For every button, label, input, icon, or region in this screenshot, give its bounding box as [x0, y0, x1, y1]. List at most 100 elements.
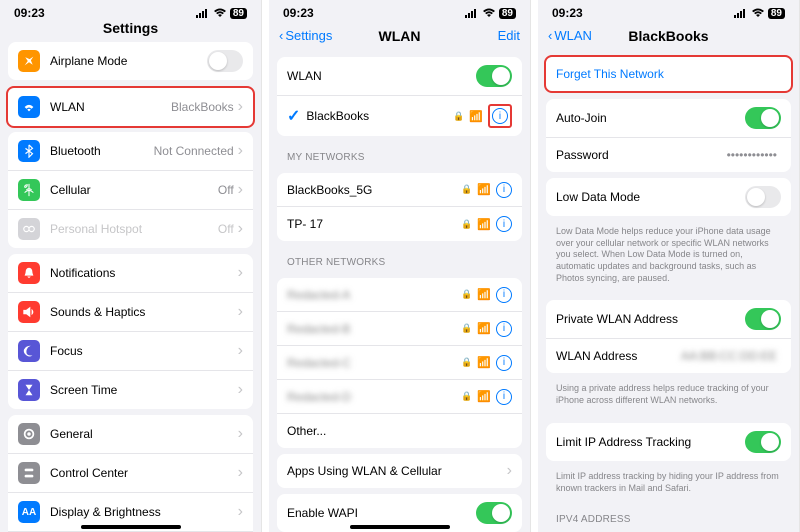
wifi-signal-icon: 📶: [469, 110, 483, 123]
info-icon[interactable]: i: [496, 321, 512, 337]
lowdata-help: Low Data Mode helps reduce your iPhone d…: [538, 222, 799, 294]
lowdata-row[interactable]: Low Data Mode: [546, 178, 791, 216]
screentime-row[interactable]: Screen Time ›: [8, 371, 253, 409]
sounds-label: Sounds & Haptics: [50, 305, 238, 319]
wifi-status-icon: [482, 8, 496, 18]
notifications-row[interactable]: Notifications ›: [8, 254, 253, 293]
wlan-value: BlackBooks: [171, 100, 234, 114]
forget-network-row[interactable]: Forget This Network: [546, 57, 791, 91]
focus-label: Focus: [50, 344, 238, 358]
edit-button[interactable]: Edit: [498, 28, 520, 43]
airplane-toggle[interactable]: [207, 50, 243, 72]
moon-icon: [18, 340, 40, 362]
control-label: Control Center: [50, 466, 238, 480]
sliders-icon: [18, 462, 40, 484]
status-time: 09:23: [552, 6, 583, 20]
chevron-left-icon: ‹: [279, 28, 283, 43]
signal-icon: [734, 8, 748, 18]
home-indicator[interactable]: [81, 525, 181, 529]
focus-row[interactable]: Focus ›: [8, 332, 253, 371]
info-icon[interactable]: i: [496, 287, 512, 303]
network-label: Redacted-D: [287, 390, 461, 404]
info-icon[interactable]: i: [496, 355, 512, 371]
wlan-toggle-row[interactable]: WLAN: [277, 57, 522, 96]
private-addr-row[interactable]: Private WLAN Address: [546, 300, 791, 339]
lowdata-toggle[interactable]: [745, 186, 781, 208]
lock-icon: 🔒: [461, 357, 472, 368]
autojoin-toggle[interactable]: [745, 107, 781, 129]
limit-ip-row[interactable]: Limit IP Address Tracking: [546, 423, 791, 461]
network-row[interactable]: Redacted-B🔒📶i: [277, 312, 522, 346]
battery-icon: 89: [230, 8, 247, 19]
general-row[interactable]: General ›: [8, 415, 253, 454]
network-label: Redacted-B: [287, 322, 461, 336]
cellular-value: Off: [218, 183, 234, 197]
info-icon[interactable]: i: [496, 389, 512, 405]
lock-icon: 🔒: [453, 111, 464, 122]
password-row[interactable]: Password ••••••••••••: [546, 138, 791, 172]
wlan-row[interactable]: WLAN BlackBooks ›: [8, 88, 253, 126]
hotspot-value: Off: [218, 222, 234, 236]
airplane-label: Airplane Mode: [50, 54, 207, 68]
wifi-signal-icon: 📶: [477, 183, 491, 196]
status-bar: 09:23 89: [269, 0, 530, 22]
hotspot-label: Personal Hotspot: [50, 222, 218, 236]
network-row[interactable]: Redacted-D🔒📶i: [277, 380, 522, 414]
wifi-icon: [18, 96, 40, 118]
network-row[interactable]: BlackBooks_5G 🔒📶i: [277, 173, 522, 207]
private-addr-toggle[interactable]: [745, 308, 781, 330]
other-networks-title: OTHER NETWORKS: [269, 247, 530, 272]
back-button[interactable]: ‹WLAN: [548, 28, 592, 43]
lock-icon: 🔒: [461, 289, 472, 300]
speaker-icon: [18, 301, 40, 323]
wlan-toggle-label: WLAN: [287, 69, 476, 83]
wifi-status-icon: [213, 8, 227, 18]
chevron-right-icon: ›: [238, 220, 243, 238]
back-button[interactable]: ‹Settings: [279, 28, 332, 43]
private-addr-label: Private WLAN Address: [556, 312, 745, 326]
network-row[interactable]: Redacted-A🔒📶i: [277, 278, 522, 312]
autojoin-row[interactable]: Auto-Join: [546, 99, 791, 138]
connected-network-row[interactable]: ✓ BlackBooks 🔒 📶 i: [277, 96, 522, 136]
cellular-row[interactable]: Cellular Off ›: [8, 171, 253, 210]
apps-using-row[interactable]: Apps Using WLAN & Cellular ›: [277, 454, 522, 488]
password-label: Password: [556, 148, 727, 162]
signal-icon: [465, 8, 479, 18]
status-right: 89: [734, 8, 785, 19]
info-icon[interactable]: i: [496, 182, 512, 198]
wapi-toggle[interactable]: [476, 502, 512, 524]
connected-network-label: BlackBooks: [306, 109, 453, 123]
ipv4-title: IPV4 ADDRESS: [538, 504, 799, 529]
sounds-row[interactable]: Sounds & Haptics ›: [8, 293, 253, 332]
network-label: Redacted-A: [287, 288, 461, 302]
network-label: BlackBooks_5G: [287, 183, 461, 197]
network-row[interactable]: TP- 17 🔒 📶 i: [277, 207, 522, 241]
wlan-addr-row[interactable]: WLAN Address AA:BB:CC:DD:EE: [546, 339, 791, 373]
control-row[interactable]: Control Center ›: [8, 454, 253, 493]
info-icon[interactable]: i: [496, 216, 512, 232]
hotspot-row[interactable]: Personal Hotspot Off ›: [8, 210, 253, 248]
network-row[interactable]: Redacted-C🔒📶i: [277, 346, 522, 380]
lock-icon: 🔒: [461, 219, 472, 230]
wlan-toggle[interactable]: [476, 65, 512, 87]
signal-icon: [196, 8, 210, 18]
bluetooth-row[interactable]: Bluetooth Not Connected ›: [8, 132, 253, 171]
wifi-signal-icon: 📶: [477, 218, 491, 231]
autojoin-label: Auto-Join: [556, 111, 745, 125]
hotspot-icon: [18, 218, 40, 240]
airplane-icon: [18, 50, 40, 72]
airplane-row[interactable]: Airplane Mode: [8, 42, 253, 80]
home-indicator[interactable]: [350, 525, 450, 529]
limit-ip-toggle[interactable]: [745, 431, 781, 453]
wlan-addr-label: WLAN Address: [556, 349, 681, 363]
other-network-row[interactable]: Other...: [277, 414, 522, 448]
status-time: 09:23: [14, 6, 45, 20]
forget-network-label: Forget This Network: [556, 67, 664, 81]
nav-bar: ‹WLAN BlackBooks: [538, 22, 799, 51]
network-label: Redacted-C: [287, 356, 461, 370]
info-icon[interactable]: i: [492, 108, 508, 124]
network-label: TP- 17: [287, 217, 461, 231]
gear-icon: [18, 423, 40, 445]
chevron-right-icon: ›: [238, 181, 243, 199]
back-label: WLAN: [554, 28, 592, 43]
